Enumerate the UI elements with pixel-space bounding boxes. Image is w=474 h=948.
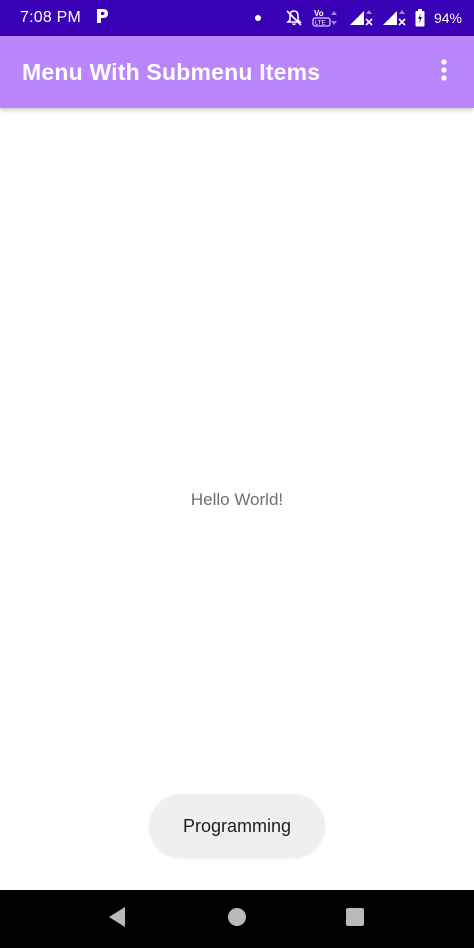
- recents-square-icon: [345, 907, 365, 932]
- volte-icon: Vo LTE: [312, 8, 340, 28]
- recents-button[interactable]: [325, 890, 385, 948]
- home-circle-icon: [227, 907, 247, 932]
- svg-text:Vo: Vo: [314, 9, 324, 18]
- app-title: Menu With Submenu Items: [22, 58, 321, 85]
- p-app-icon: [95, 8, 109, 28]
- signal-icon: [349, 9, 373, 27]
- overflow-menu-button[interactable]: [422, 50, 466, 94]
- status-bar-right: Vo LTE 94%: [254, 8, 462, 28]
- back-triangle-icon: [107, 906, 127, 933]
- home-button[interactable]: [207, 890, 267, 948]
- app-bar: Menu With Submenu Items: [0, 36, 474, 108]
- signal-icon: [382, 9, 406, 27]
- muted-bell-icon: [285, 9, 303, 27]
- more-vert-icon: [440, 58, 448, 86]
- status-bar-left: 7:08 PM: [20, 8, 109, 28]
- navigation-bar: [0, 890, 474, 948]
- svg-text:LTE: LTE: [315, 21, 326, 27]
- battery-icon: [415, 9, 425, 27]
- battery-percent: 94%: [433, 10, 462, 26]
- back-button[interactable]: [87, 890, 147, 948]
- status-bar: 7:08 PM Vo LTE 94%: [0, 0, 474, 36]
- toast-message: Programming: [149, 794, 325, 858]
- notification-dot-icon: [254, 14, 262, 22]
- toast-text: Programming: [182, 815, 292, 836]
- status-time: 7:08 PM: [20, 9, 81, 26]
- hello-world-text: Hello World!: [190, 490, 284, 509]
- main-content: Hello World!: [0, 108, 474, 890]
